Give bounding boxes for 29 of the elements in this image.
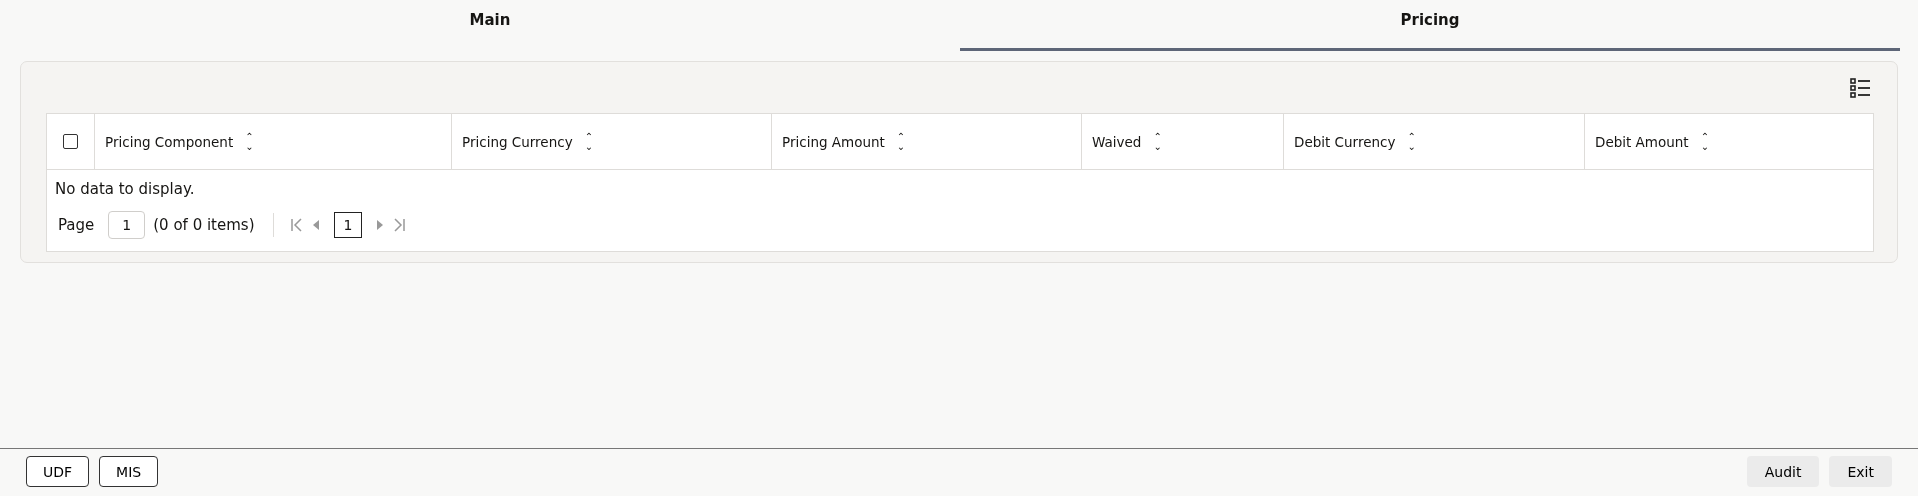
column-header[interactable]: Debit Amount bbox=[1595, 133, 1689, 150]
page-input[interactable]: 1 bbox=[108, 211, 146, 239]
first-page-icon[interactable] bbox=[289, 218, 304, 232]
select-all-checkbox[interactable] bbox=[63, 134, 78, 149]
previous-page-icon[interactable] bbox=[311, 220, 320, 230]
sort-icon[interactable]: ⌃⌄ bbox=[584, 131, 595, 152]
sort-icon[interactable]: ⌃⌄ bbox=[896, 131, 907, 152]
column-header[interactable]: Debit Currency bbox=[1294, 133, 1396, 150]
last-page-icon[interactable] bbox=[392, 218, 407, 232]
column-header[interactable]: Pricing Currency bbox=[462, 133, 573, 150]
footer-button[interactable]: MIS bbox=[99, 456, 159, 487]
column-list-icon[interactable] bbox=[1850, 77, 1870, 98]
current-page-button[interactable]: 1 bbox=[333, 212, 363, 238]
next-page-icon[interactable] bbox=[376, 220, 385, 230]
tab[interactable]: Main bbox=[20, 0, 960, 51]
sort-icon[interactable]: ⌃⌄ bbox=[1407, 131, 1418, 152]
footer-button[interactable]: UDF bbox=[26, 456, 90, 487]
footer-button[interactable]: Audit bbox=[1746, 456, 1820, 487]
column-header[interactable]: Waived bbox=[1092, 133, 1142, 150]
sort-icon[interactable]: ⌃⌄ bbox=[1700, 131, 1711, 152]
items-summary: (0 of 0 items) bbox=[153, 216, 255, 234]
sort-icon[interactable]: ⌃⌄ bbox=[1153, 131, 1164, 152]
sort-icon[interactable]: ⌃⌄ bbox=[245, 131, 256, 152]
footer-button[interactable]: Exit bbox=[1829, 456, 1892, 487]
tab[interactable]: Pricing bbox=[960, 0, 1900, 51]
column-header[interactable]: Pricing Component bbox=[105, 133, 234, 150]
column-header[interactable]: Pricing Amount bbox=[782, 133, 885, 150]
page-label: Page bbox=[58, 216, 95, 234]
empty-message: No data to display. bbox=[55, 180, 196, 198]
